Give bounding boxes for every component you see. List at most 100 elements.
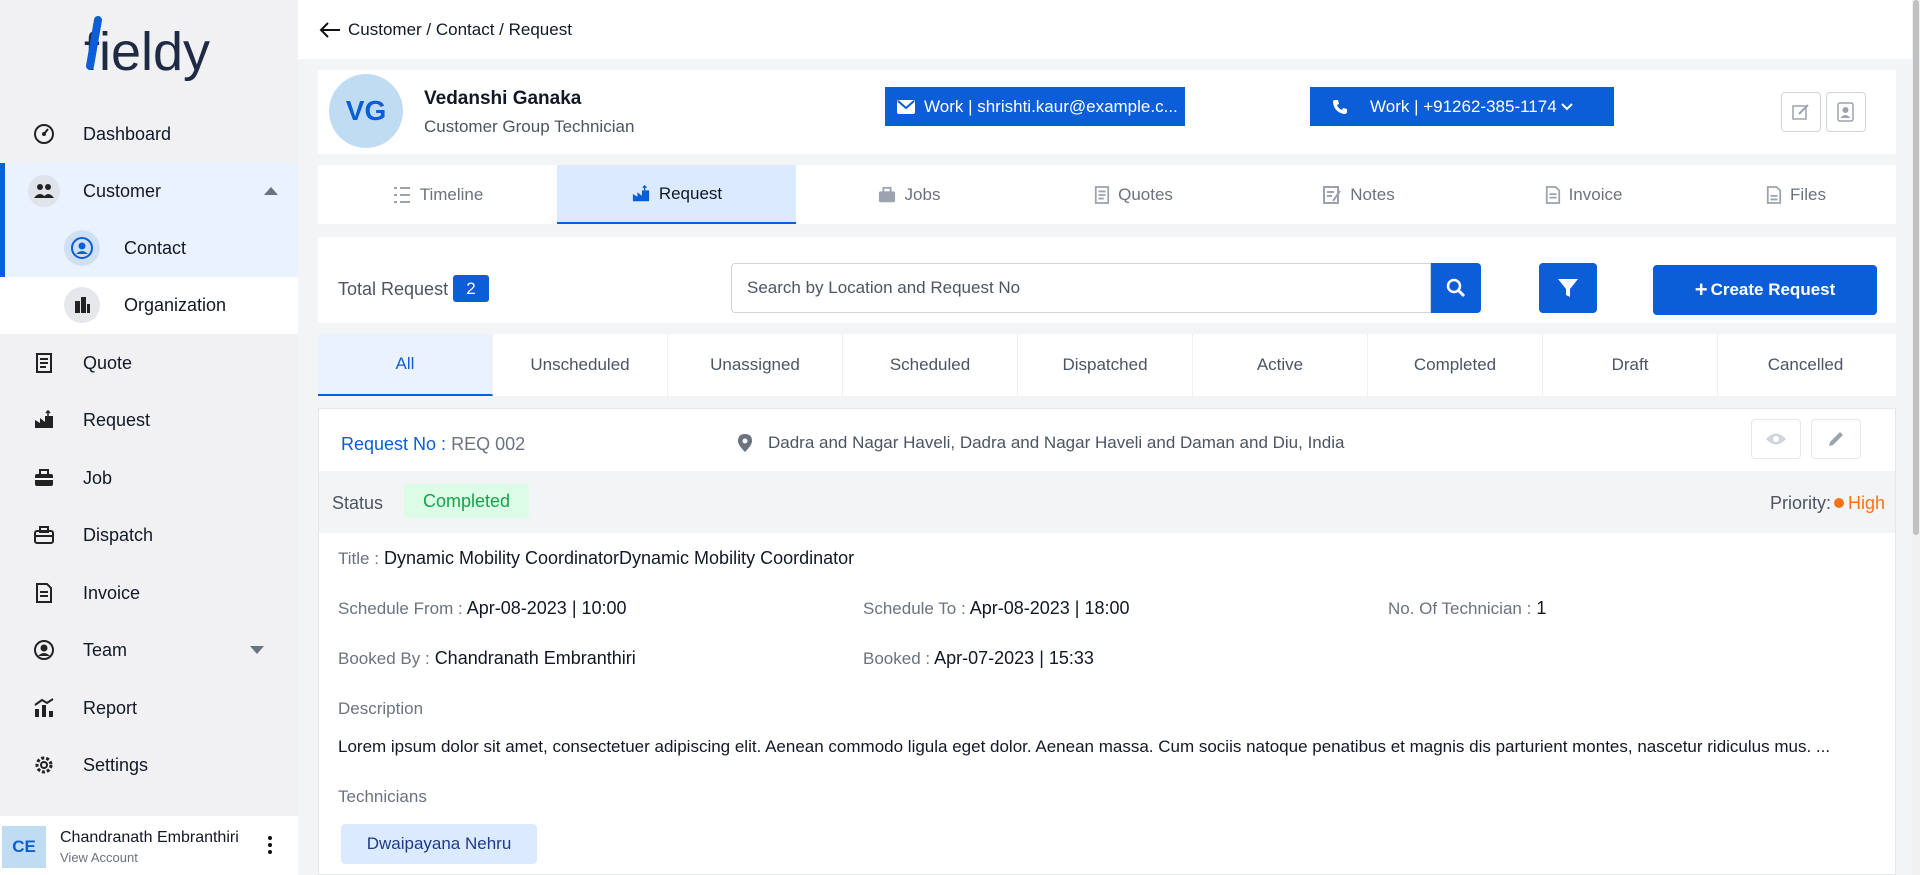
request-number-label: Request No :	[341, 434, 447, 454]
sidebar-item-label: Request	[83, 409, 151, 430]
description-heading: Description	[338, 699, 424, 718]
phone-button[interactable]: Work | +91262-385-1174	[1310, 87, 1614, 126]
tab-invoice[interactable]: Invoice	[1471, 165, 1696, 224]
booked-by: Booked By : Chandranath Embranthiri	[338, 648, 636, 669]
sidebar-item-contact[interactable]: Contact	[0, 220, 298, 276]
edit-request-button[interactable]	[1811, 419, 1861, 459]
edit-contact-button[interactable]	[1781, 92, 1821, 132]
account-panel[interactable]: CE Chandranath Embranthiri View Account	[0, 816, 298, 875]
technicians-heading: Technicians	[338, 787, 427, 806]
tab-label: Invoice	[1568, 184, 1623, 204]
tab-quotes[interactable]: Quotes	[1021, 165, 1246, 224]
schedule-from: Schedule From : Apr-08-2023 | 10:00	[338, 598, 627, 619]
request-location: Dadra and Nagar Haveli, Dadra and Nagar …	[768, 433, 1345, 452]
avatar: CE	[2, 826, 46, 868]
sidebar-item-job[interactable]: Job	[0, 450, 298, 506]
filter-icon	[1558, 279, 1578, 297]
top-bar: Customer / Contact / Request	[298, 0, 1920, 59]
scrollbar-thumb[interactable]	[1913, 0, 1919, 535]
sidebar-item-label: Dispatch	[83, 524, 154, 545]
tab-notes[interactable]: Notes	[1246, 165, 1471, 224]
request-icon	[28, 404, 60, 436]
tab-request[interactable]: Request	[557, 165, 796, 224]
sidebar-item-dispatch[interactable]: Dispatch	[0, 507, 298, 563]
invoice-icon	[1545, 185, 1561, 205]
status-tab-draft[interactable]: Draft	[1543, 334, 1718, 396]
status-tab-dispatched[interactable]: Dispatched	[1018, 334, 1193, 396]
schedule-to: Schedule To : Apr-08-2023 | 18:00	[863, 598, 1130, 619]
technician-count: No. Of Technician : 1	[1388, 598, 1546, 619]
sidebar-item-request[interactable]: Request	[0, 392, 298, 448]
status-tab-all[interactable]: All	[318, 334, 493, 396]
tab-files[interactable]: Files	[1696, 165, 1896, 224]
description-text: Lorem ipsum dolor sit amet, consectetuer…	[338, 737, 1831, 756]
sidebar-item-label: Settings	[83, 754, 149, 775]
field-value: Chandranath Embranthiri	[434, 648, 636, 668]
back-arrow-icon[interactable]	[318, 20, 342, 40]
more-options-icon[interactable]	[266, 836, 274, 856]
search-input[interactable]	[731, 263, 1431, 313]
status-tab-unassigned[interactable]: Unassigned	[668, 334, 843, 396]
chevron-down-icon[interactable]	[250, 646, 264, 654]
search-icon	[1446, 278, 1466, 298]
request-card: Request No : REQ 002 Dadra and Nagar Hav…	[318, 408, 1896, 875]
customer-icon	[28, 175, 60, 207]
organization-icon	[64, 287, 100, 323]
sidebar-item-quote[interactable]: Quote	[0, 335, 298, 391]
status-filter-tabs: All Unscheduled Unassigned Scheduled Dis…	[318, 334, 1896, 396]
view-account-link[interactable]: View Account	[60, 850, 138, 865]
priority-dot-icon	[1833, 498, 1844, 508]
filter-button[interactable]	[1539, 263, 1597, 313]
tab-label: Files	[1790, 184, 1826, 204]
view-request-button[interactable]	[1751, 419, 1801, 459]
booked-date: Booked : Apr-07-2023 | 15:33	[863, 648, 1094, 669]
email-button[interactable]: Work | shrishti.kaur@example.c...	[885, 87, 1185, 126]
field-label: Title :	[338, 549, 379, 568]
priority-label: Priority:	[1769, 493, 1831, 513]
quote-icon	[28, 347, 60, 379]
sidebar-item-organization[interactable]: Organization	[0, 277, 298, 333]
sidebar-item-settings[interactable]: Settings	[0, 737, 298, 793]
tab-timeline[interactable]: Timeline	[318, 165, 557, 224]
total-request-count: 2	[453, 275, 489, 302]
total-request-label: Total Request	[338, 279, 449, 299]
chevron-up-icon[interactable]	[264, 187, 278, 195]
sidebar-item-label: Quote	[83, 352, 133, 373]
status-tab-unscheduled[interactable]: Unscheduled	[493, 334, 668, 396]
sidebar-item-invoice[interactable]: Invoice	[0, 565, 298, 621]
edit-icon	[1792, 104, 1809, 120]
fieldy-logo[interactable]: fieldy	[84, 16, 224, 88]
status-tab-completed[interactable]: Completed	[1368, 334, 1543, 396]
phone-label: Work | +91262-385-1174	[1370, 96, 1557, 116]
tab-label: Timeline	[419, 184, 484, 204]
request-icon	[631, 184, 651, 203]
tab-label: Request	[658, 183, 723, 203]
sidebar-item-dashboard[interactable]: Dashboard	[0, 106, 298, 162]
request-title: Title : Dynamic Mobility CoordinatorDyna…	[338, 548, 854, 569]
search-button[interactable]	[1431, 263, 1481, 313]
team-icon	[28, 634, 60, 666]
request-number[interactable]: Request No : REQ 002	[341, 434, 525, 455]
status-tab-cancelled[interactable]: Cancelled	[1718, 334, 1893, 396]
mail-icon	[897, 99, 915, 114]
create-request-button[interactable]: + Create Request	[1653, 265, 1877, 315]
status-label: Status	[332, 493, 384, 513]
status-tab-scheduled[interactable]: Scheduled	[843, 334, 1018, 396]
status-tab-active[interactable]: Active	[1193, 334, 1368, 396]
field-value: 1	[1536, 598, 1547, 618]
jobs-icon	[877, 186, 897, 204]
sidebar: fieldy Dashboard Customer Contact Organi…	[0, 0, 298, 875]
sidebar-item-team[interactable]: Team	[0, 622, 298, 678]
contact-profile: VG Vedanshi Ganaka Customer Group Techni…	[318, 70, 1896, 154]
request-number-value: REQ 002	[451, 434, 526, 454]
field-label: Schedule To :	[863, 599, 966, 618]
dispatch-icon	[28, 519, 60, 551]
phone-icon	[1333, 99, 1347, 114]
request-toolbar: Total Request 2 + Create Request	[318, 237, 1896, 323]
tab-jobs[interactable]: Jobs	[796, 165, 1021, 224]
contact-card-button[interactable]	[1826, 92, 1866, 132]
field-value: Apr-07-2023 | 15:33	[934, 648, 1094, 668]
sidebar-item-customer[interactable]: Customer	[0, 163, 298, 219]
technician-chip[interactable]: Dwaipayana Nehru	[341, 824, 537, 864]
sidebar-item-report[interactable]: Report	[0, 680, 298, 736]
